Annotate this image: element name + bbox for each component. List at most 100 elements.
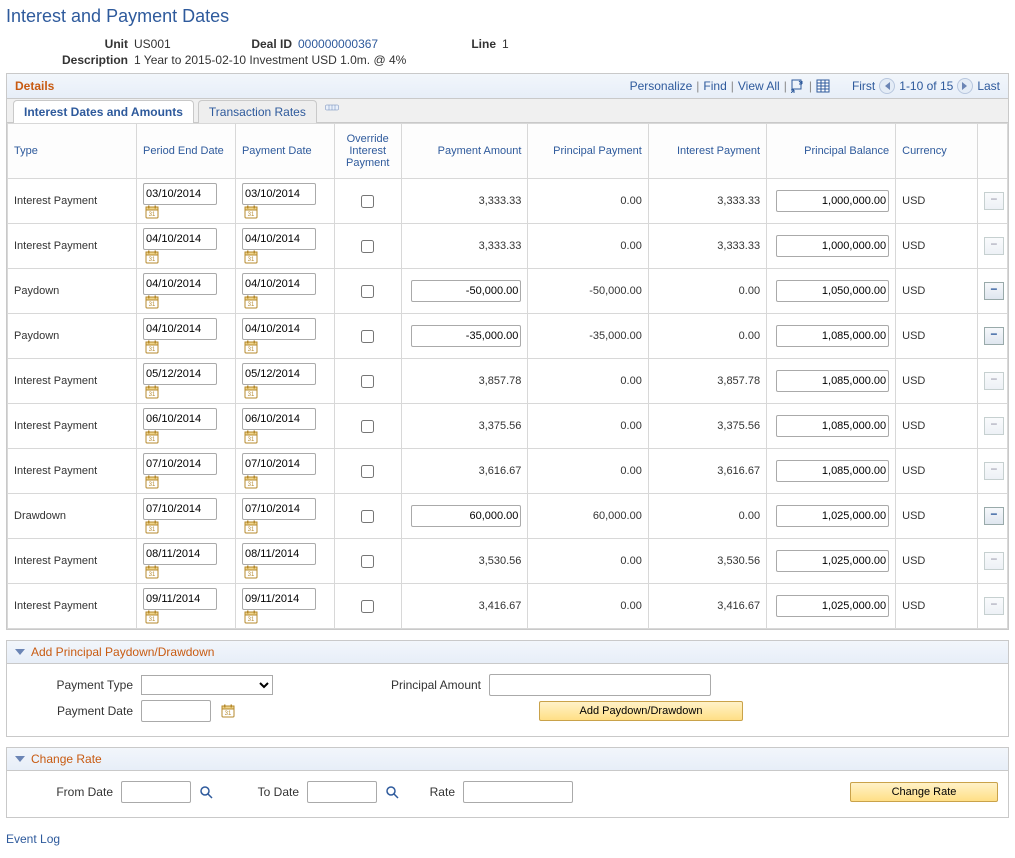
- col-payment-amount[interactable]: Payment Amount: [401, 124, 528, 179]
- calendar-icon[interactable]: [244, 520, 258, 534]
- period-end-input[interactable]: [143, 498, 217, 520]
- payment-amount-input[interactable]: [411, 280, 522, 302]
- calendar-icon[interactable]: [145, 250, 159, 264]
- rate-input[interactable]: [463, 781, 573, 803]
- calendar-icon[interactable]: [145, 475, 159, 489]
- next-page-icon[interactable]: [957, 78, 973, 94]
- calendar-icon[interactable]: [145, 385, 159, 399]
- override-checkbox[interactable]: [361, 510, 374, 523]
- show-all-columns-icon[interactable]: [325, 104, 339, 118]
- calendar-icon[interactable]: [244, 205, 258, 219]
- period-end-input[interactable]: [143, 273, 217, 295]
- spreadsheet-icon[interactable]: [816, 79, 830, 93]
- payment-date-input[interactable]: [242, 318, 316, 340]
- principal-amount-input[interactable]: [489, 674, 711, 696]
- calendar-icon[interactable]: [145, 295, 159, 309]
- principal-balance-input[interactable]: [776, 415, 889, 437]
- add-paydown-header[interactable]: Add Principal Paydown/Drawdown: [7, 641, 1008, 664]
- override-checkbox[interactable]: [361, 195, 374, 208]
- principal-balance-input[interactable]: [776, 550, 889, 572]
- col-principal-payment[interactable]: Principal Payment: [528, 124, 648, 179]
- change-rate-button[interactable]: Change Rate: [850, 782, 998, 802]
- payment-amount-input[interactable]: [411, 505, 522, 527]
- override-checkbox[interactable]: [361, 420, 374, 433]
- calendar-icon[interactable]: [145, 610, 159, 624]
- col-type[interactable]: Type: [8, 124, 137, 179]
- override-checkbox[interactable]: [361, 375, 374, 388]
- first-link[interactable]: First: [852, 79, 875, 93]
- payment-date-input[interactable]: [242, 228, 316, 250]
- lookup-icon[interactable]: [385, 785, 399, 799]
- col-currency[interactable]: Currency: [896, 124, 978, 179]
- prev-page-icon[interactable]: [879, 78, 895, 94]
- principal-balance-input[interactable]: [776, 235, 889, 257]
- override-checkbox[interactable]: [361, 465, 374, 478]
- col-interest-payment[interactable]: Interest Payment: [648, 124, 766, 179]
- col-payment-date[interactable]: Payment Date: [235, 124, 334, 179]
- override-checkbox[interactable]: [361, 240, 374, 253]
- payment-date-input[interactable]: [242, 588, 316, 610]
- calendar-icon[interactable]: [244, 610, 258, 624]
- calendar-icon[interactable]: [145, 205, 159, 219]
- calendar-icon[interactable]: [244, 340, 258, 354]
- deal-id-link[interactable]: 000000000367: [298, 37, 454, 51]
- calendar-icon[interactable]: [145, 565, 159, 579]
- change-rate-header[interactable]: Change Rate: [7, 748, 1008, 771]
- override-checkbox[interactable]: [361, 330, 374, 343]
- lookup-icon[interactable]: [199, 785, 213, 799]
- period-end-input[interactable]: [143, 588, 217, 610]
- payment-date-input[interactable]: [242, 408, 316, 430]
- payment-date-input[interactable]: [242, 543, 316, 565]
- period-end-input[interactable]: [143, 543, 217, 565]
- view-all-link[interactable]: View All: [738, 79, 780, 93]
- delete-row-button[interactable]: −: [984, 282, 1004, 300]
- tab-transaction-rates[interactable]: Transaction Rates: [198, 100, 317, 123]
- principal-balance-input[interactable]: [776, 190, 889, 212]
- event-log-link[interactable]: Event Log: [6, 832, 60, 846]
- find-link[interactable]: Find: [703, 79, 726, 93]
- period-end-input[interactable]: [143, 318, 217, 340]
- zoom-icon[interactable]: [791, 79, 805, 93]
- calendar-icon[interactable]: [244, 295, 258, 309]
- period-end-input[interactable]: [143, 363, 217, 385]
- principal-balance-input[interactable]: [776, 460, 889, 482]
- last-link[interactable]: Last: [977, 79, 1000, 93]
- payment-date-input[interactable]: [242, 273, 316, 295]
- override-checkbox[interactable]: [361, 555, 374, 568]
- payment-amount-input[interactable]: [411, 325, 522, 347]
- col-override[interactable]: Override Interest Payment: [334, 124, 401, 179]
- calendar-icon[interactable]: [244, 430, 258, 444]
- calendar-icon[interactable]: [145, 430, 159, 444]
- period-end-input[interactable]: [143, 453, 217, 475]
- override-checkbox[interactable]: [361, 285, 374, 298]
- calendar-icon[interactable]: [221, 704, 235, 718]
- payment-date-input[interactable]: [242, 498, 316, 520]
- col-period-end[interactable]: Period End Date: [137, 124, 236, 179]
- principal-balance-input[interactable]: [776, 505, 889, 527]
- to-date-input[interactable]: [307, 781, 377, 803]
- delete-row-button[interactable]: −: [984, 327, 1004, 345]
- principal-balance-input[interactable]: [776, 280, 889, 302]
- payment-date-input[interactable]: [242, 363, 316, 385]
- period-end-input[interactable]: [143, 408, 217, 430]
- payment-date-input[interactable]: [141, 700, 211, 722]
- tab-interest-dates-amounts[interactable]: Interest Dates and Amounts: [13, 100, 194, 123]
- calendar-icon[interactable]: [145, 340, 159, 354]
- principal-balance-input[interactable]: [776, 325, 889, 347]
- period-end-input[interactable]: [143, 228, 217, 250]
- calendar-icon[interactable]: [145, 520, 159, 534]
- payment-type-select[interactable]: [141, 675, 273, 695]
- calendar-icon[interactable]: [244, 565, 258, 579]
- principal-balance-input[interactable]: [776, 595, 889, 617]
- calendar-icon[interactable]: [244, 250, 258, 264]
- col-principal-balance[interactable]: Principal Balance: [767, 124, 896, 179]
- add-paydown-button[interactable]: Add Paydown/Drawdown: [539, 701, 743, 721]
- payment-date-input[interactable]: [242, 453, 316, 475]
- calendar-icon[interactable]: [244, 475, 258, 489]
- delete-row-button[interactable]: −: [984, 507, 1004, 525]
- personalize-link[interactable]: Personalize: [630, 79, 693, 93]
- override-checkbox[interactable]: [361, 600, 374, 613]
- period-end-input[interactable]: [143, 183, 217, 205]
- payment-date-input[interactable]: [242, 183, 316, 205]
- principal-balance-input[interactable]: [776, 370, 889, 392]
